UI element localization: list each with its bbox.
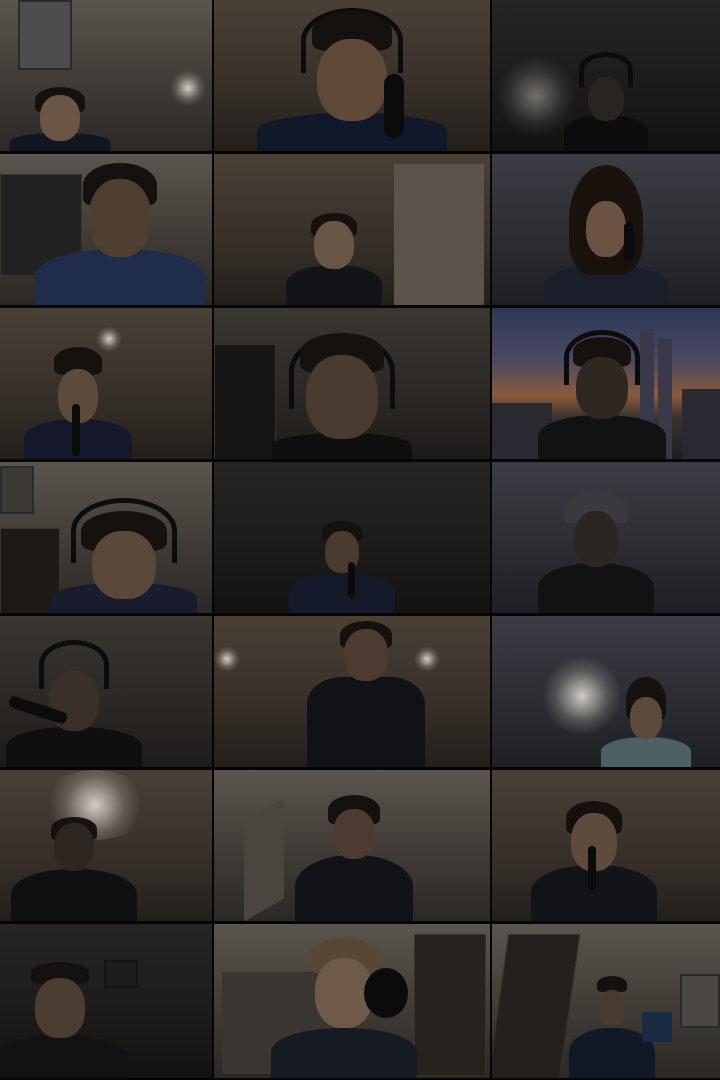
participant-figure xyxy=(5,81,115,151)
participant-video-tile[interactable] xyxy=(214,0,490,151)
staircase xyxy=(244,798,284,921)
participant-figure xyxy=(252,1,452,151)
participant-video-tile[interactable] xyxy=(214,770,490,921)
microphone xyxy=(348,562,355,598)
participant-figure xyxy=(9,811,139,921)
participant-figure xyxy=(537,329,667,459)
participant-video-tile[interactable] xyxy=(492,0,720,151)
participant-figure xyxy=(536,483,656,613)
participant-video-tile[interactable] xyxy=(0,924,212,1078)
door xyxy=(394,164,484,305)
participant-video-tile[interactable] xyxy=(214,308,490,459)
participant-video-tile[interactable] xyxy=(214,462,490,613)
participant-video-tile[interactable] xyxy=(0,616,212,767)
participant-video-tile[interactable] xyxy=(0,154,212,305)
participant-figure xyxy=(598,667,694,767)
ceiling-light xyxy=(214,646,240,672)
participant-video-tile[interactable] xyxy=(214,924,490,1078)
participant-figure xyxy=(35,155,205,305)
participant-figure xyxy=(561,51,651,151)
participant-video-tile[interactable] xyxy=(492,770,720,921)
microphone xyxy=(588,846,596,890)
participant-figure xyxy=(294,791,414,921)
participant-video-tile[interactable] xyxy=(492,308,720,459)
microphone xyxy=(624,222,634,262)
skyline xyxy=(682,389,720,459)
participant-figure xyxy=(541,155,671,305)
participant-figure xyxy=(267,329,417,459)
video-gallery xyxy=(0,0,720,1080)
participant-video-tile[interactable] xyxy=(492,462,720,613)
participant-video-tile[interactable] xyxy=(0,308,212,459)
participant-figure xyxy=(49,498,199,613)
participant-video-tile[interactable] xyxy=(214,616,490,767)
microphone xyxy=(72,404,80,456)
participant-figure xyxy=(301,617,431,767)
participant-video-tile[interactable] xyxy=(492,154,720,305)
ceiling-light xyxy=(170,70,206,106)
participant-figure xyxy=(0,958,130,1078)
participant-video-tile[interactable] xyxy=(214,154,490,305)
sheet-music xyxy=(642,1012,672,1042)
participant-video-tile[interactable] xyxy=(492,924,720,1078)
participant-figure xyxy=(287,513,397,613)
wall-frame xyxy=(680,974,720,1028)
participant-video-tile[interactable] xyxy=(492,616,720,767)
studio-microphone xyxy=(364,968,408,1018)
participant-video-tile[interactable] xyxy=(0,462,212,613)
wall-frame xyxy=(0,466,34,514)
microphone xyxy=(384,74,404,138)
participant-video-tile[interactable] xyxy=(0,0,212,151)
participant-figure xyxy=(284,205,384,305)
skylight xyxy=(18,0,72,70)
music-stand xyxy=(414,934,486,1076)
participant-video-tile[interactable] xyxy=(0,770,212,921)
